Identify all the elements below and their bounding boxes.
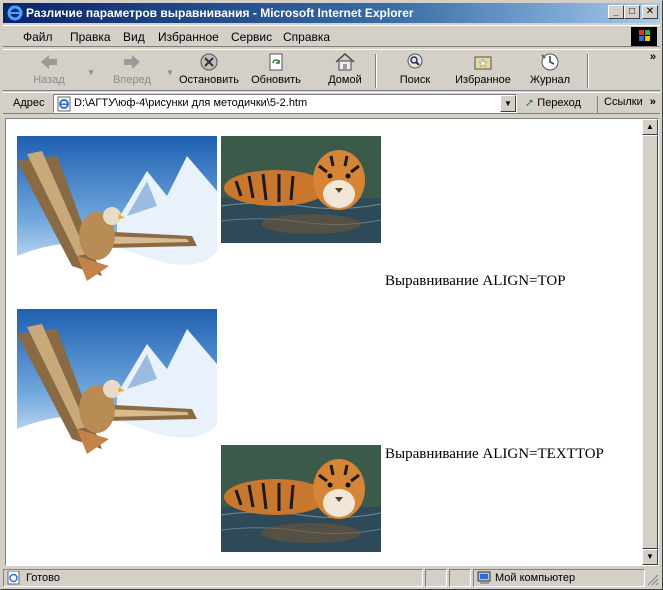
back-button[interactable]: Назад bbox=[27, 52, 71, 90]
search-icon bbox=[407, 53, 423, 69]
forward-arrow-icon bbox=[124, 55, 140, 69]
back-label: Назад bbox=[33, 74, 65, 86]
search-button[interactable]: Поиск bbox=[395, 52, 435, 90]
menu-edit[interactable]: Правка bbox=[70, 30, 111, 44]
resize-grip[interactable] bbox=[647, 572, 659, 586]
address-dropdown-icon[interactable]: ▼ bbox=[500, 95, 516, 112]
menu-bar: Файл Правка Вид Избранное Сервис Справка bbox=[3, 25, 660, 47]
align-texttop-caption: Выравнивание ALIGN=TEXTTOP bbox=[385, 446, 604, 462]
links-chevron-icon: » bbox=[649, 96, 656, 108]
refresh-label: Обновить bbox=[251, 74, 301, 86]
page-ie-icon bbox=[57, 96, 71, 112]
address-bar: Адрес D:\АГТУ\юф-4\рисунки для методички… bbox=[3, 92, 660, 114]
align-top-caption: Выравнивание ALIGN=TOP bbox=[385, 273, 566, 289]
computer-icon bbox=[477, 571, 491, 584]
forward-dropdown-icon[interactable]: ▼ bbox=[166, 68, 174, 77]
menu-tools[interactable]: Сервис bbox=[231, 30, 272, 44]
back-dropdown-icon[interactable]: ▼ bbox=[87, 68, 95, 77]
eagle-image bbox=[17, 309, 217, 459]
standard-toolbar: Назад ▼ Вперед ▼ Остановить Обновить Дом… bbox=[3, 49, 660, 91]
tiger-image bbox=[221, 136, 381, 243]
windows-logo-icon bbox=[631, 27, 657, 46]
history-label: Журнал bbox=[529, 74, 571, 86]
browser-window: Различие параметров выравнивания - Micro… bbox=[0, 0, 663, 590]
status-zone-panel: Мой компьютер bbox=[473, 569, 645, 587]
status-main-panel: Готово bbox=[3, 569, 423, 587]
favorites-button[interactable]: Избранное bbox=[451, 52, 515, 90]
stop-icon bbox=[200, 53, 218, 71]
links-button[interactable]: Ссылки » bbox=[597, 96, 656, 113]
history-icon bbox=[541, 53, 559, 71]
address-input[interactable]: D:\АГТУ\юф-4\рисунки для методички\5-2.h… bbox=[53, 94, 517, 113]
go-button[interactable]: ➚ Переход bbox=[525, 96, 581, 109]
menu-view[interactable]: Вид bbox=[123, 30, 145, 44]
window-title: Различие параметров выравнивания - Micro… bbox=[26, 6, 414, 20]
address-url: D:\АГТУ\юф-4\рисунки для методички\5-2.h… bbox=[74, 97, 308, 109]
scroll-up-icon[interactable]: ▲ bbox=[642, 119, 658, 135]
toolbar-more-chevron[interactable]: » bbox=[650, 51, 656, 63]
stop-button[interactable]: Остановить bbox=[177, 52, 241, 90]
page-ie-icon bbox=[7, 571, 20, 585]
title-bar: Различие параметров выравнивания - Micro… bbox=[3, 3, 660, 23]
eagle-image bbox=[17, 136, 217, 286]
status-text: Готово bbox=[26, 572, 60, 584]
go-arrow-icon: ➚ bbox=[525, 97, 535, 109]
links-label: Ссылки bbox=[604, 96, 643, 108]
favorites-label: Избранное bbox=[455, 74, 511, 86]
status-panel bbox=[449, 569, 471, 587]
toolbar-separator bbox=[375, 54, 377, 88]
back-arrow-icon bbox=[41, 55, 57, 69]
forward-label: Вперед bbox=[113, 74, 151, 86]
vertical-scrollbar[interactable]: ▲ ▼ bbox=[642, 119, 658, 565]
refresh-button[interactable]: Обновить bbox=[249, 52, 303, 90]
scroll-thumb[interactable] bbox=[642, 135, 658, 549]
ie-logo-icon bbox=[7, 5, 23, 21]
tiger-image bbox=[221, 445, 381, 552]
menu-file[interactable]: Файл bbox=[23, 30, 53, 44]
refresh-icon bbox=[269, 53, 283, 71]
stop-label: Остановить bbox=[178, 74, 240, 86]
close-button[interactable]: ✕ bbox=[642, 5, 658, 19]
home-label: Домой bbox=[328, 74, 362, 86]
status-panel bbox=[425, 569, 447, 587]
address-label: Адрес bbox=[13, 97, 45, 109]
maximize-button[interactable]: □ bbox=[624, 5, 640, 19]
search-label: Поиск bbox=[399, 74, 431, 86]
home-button[interactable]: Домой bbox=[325, 52, 365, 90]
scroll-down-icon[interactable]: ▼ bbox=[642, 549, 658, 565]
status-zone: Мой компьютер bbox=[495, 572, 576, 584]
page-content: Выравнивание ALIGN=TOP Выравнивание ALIG… bbox=[5, 118, 659, 566]
history-button[interactable]: Журнал bbox=[527, 52, 573, 90]
toolbar-separator bbox=[587, 54, 589, 88]
favorites-icon bbox=[474, 56, 492, 70]
menu-help[interactable]: Справка bbox=[283, 30, 330, 44]
status-bar: Готово Мой компьютер bbox=[3, 568, 660, 588]
home-icon bbox=[335, 52, 355, 71]
go-label: Переход bbox=[537, 97, 581, 109]
menu-favorites[interactable]: Избранное bbox=[158, 30, 219, 44]
forward-button[interactable]: Вперед bbox=[107, 52, 157, 90]
minimize-button[interactable]: _ bbox=[608, 5, 624, 19]
